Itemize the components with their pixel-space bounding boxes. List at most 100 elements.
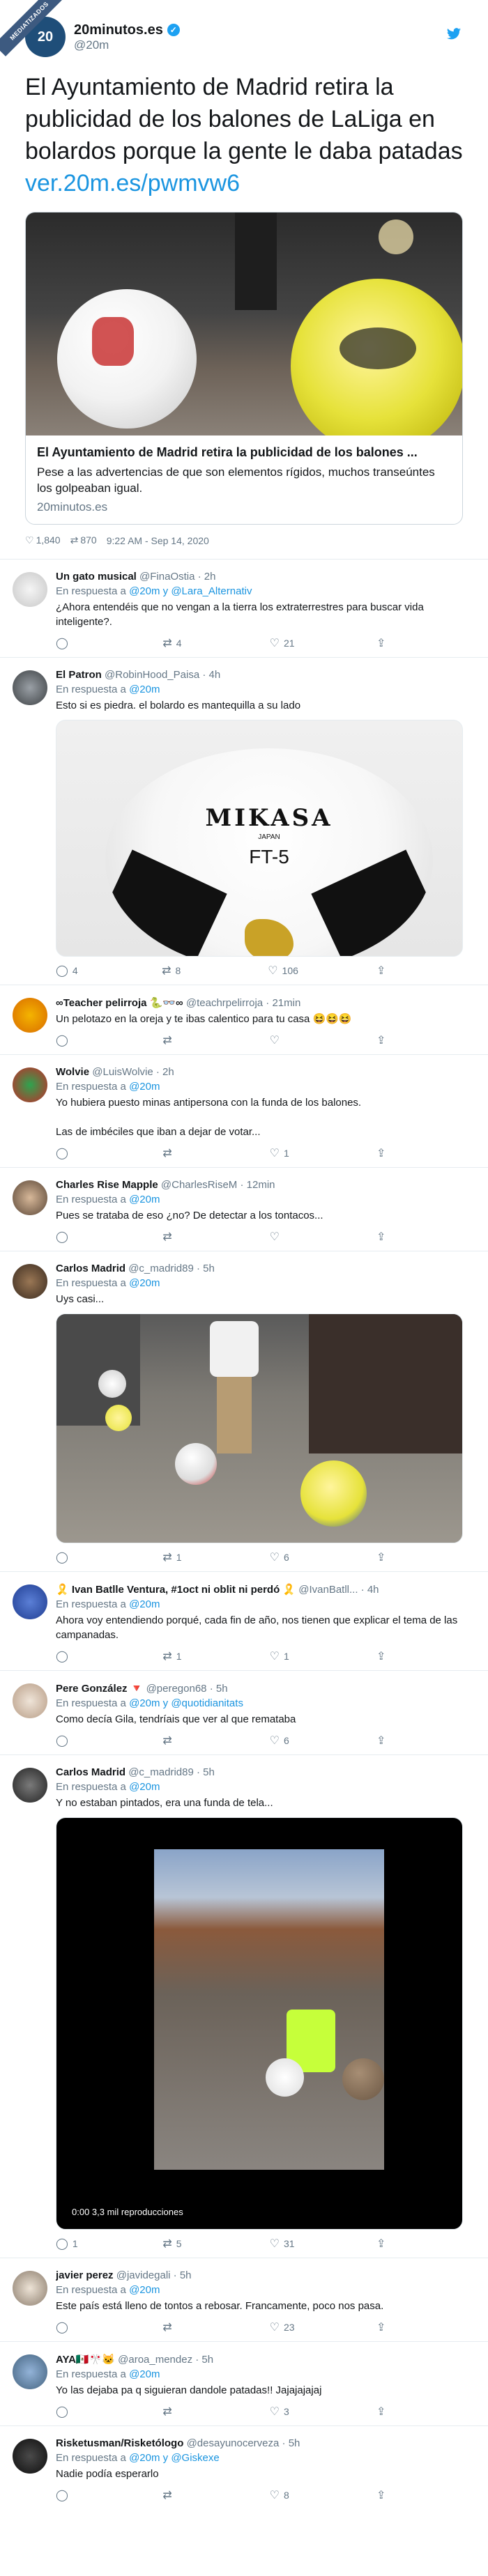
reply-to-mention[interactable]: @20m y @quotidianitats [129, 1697, 243, 1709]
account-name[interactable]: 20minutos.es ✓ [74, 22, 180, 38]
reply-button[interactable]: ◯ [56, 1146, 84, 1160]
reply-to-mention[interactable]: @20m [129, 1781, 160, 1793]
retweet-button[interactable]: ⇄ 1 [162, 1649, 190, 1663]
share-button[interactable]: ⇪ [376, 2320, 404, 2334]
avatar[interactable] [13, 1180, 47, 1215]
reply-tweet[interactable]: El Patron @RobinHood_Paisa · 4h En respue… [0, 657, 488, 985]
like-button[interactable]: ♡ 21 [270, 636, 298, 650]
share-button[interactable]: ⇪ [376, 1033, 404, 1047]
avatar[interactable] [13, 1683, 47, 1718]
reply-author-handle[interactable]: @c_madrid89 · 5h [128, 1766, 215, 1778]
reply-author-name[interactable]: ∞Teacher pelirroja 🐍👓∞ [56, 997, 183, 1009]
reply-author-handle[interactable]: @RobinHood_Paisa · 4h [105, 669, 220, 681]
share-button[interactable]: ⇪ [376, 1550, 404, 1564]
reply-button[interactable]: ◯ 4 [56, 964, 84, 978]
reply-tweet[interactable]: Wolvie @LuisWolvie · 2h En respuesta a @2… [0, 1054, 488, 1167]
like-button[interactable]: ♡ [270, 1033, 298, 1047]
reply-image-street[interactable] [56, 1313, 463, 1543]
share-button[interactable]: ⇪ [376, 636, 404, 650]
share-button[interactable]: ⇪ [376, 1734, 404, 1748]
retweet-button[interactable]: ⇄ [162, 1146, 190, 1160]
retweet-button[interactable]: ⇄ 4 [162, 636, 190, 650]
reply-author-name[interactable]: Carlos Madrid [56, 1766, 125, 1778]
retweet-button[interactable]: ⇄ 5 [162, 2237, 190, 2251]
reply-author-name[interactable]: Charles Rise Mapple [56, 1179, 158, 1191]
reply-author-name[interactable]: Wolvie [56, 1066, 89, 1078]
reply-author-name[interactable]: javier perez [56, 2269, 114, 2281]
reply-author-handle[interactable]: @peregon68 · 5h [146, 1683, 228, 1695]
retweet-button[interactable]: ⇄ [162, 1230, 190, 1244]
reply-author-handle[interactable]: @javidegali · 5h [116, 2269, 192, 2281]
reply-button[interactable]: ◯ [56, 1649, 84, 1663]
reply-author-handle[interactable]: @FinaOstia · 2h [139, 571, 215, 583]
account-handle[interactable]: @20m [74, 38, 180, 52]
like-button[interactable]: ♡ 3 [270, 2405, 298, 2419]
like-button[interactable]: ♡ 6 [270, 1734, 298, 1748]
avatar[interactable] [13, 1264, 47, 1299]
reply-author-handle[interactable]: @c_madrid89 · 5h [128, 1263, 215, 1274]
avatar[interactable] [13, 1067, 47, 1102]
reply-to-mention[interactable]: @20m y @Lara_Alternativ [129, 585, 252, 597]
avatar[interactable] [13, 572, 47, 607]
reply-author-handle[interactable]: @teachrpelirroja · 21min [186, 997, 300, 1009]
reply-button[interactable]: ◯ [56, 636, 84, 650]
retweet-button[interactable]: ⇄ [162, 2488, 190, 2502]
reply-author-name[interactable]: Un gato musical [56, 571, 137, 583]
reply-tweet[interactable]: AYA🇲🇽🎌🐱 @aroa_mendez · 5h En respuesta a … [0, 2341, 488, 2425]
like-button[interactable]: ♡ 1 [270, 1146, 298, 1160]
like-button[interactable]: ♡ 106 [268, 964, 298, 978]
reply-button[interactable]: ◯ 1 [56, 2237, 84, 2251]
share-button[interactable]: ⇪ [376, 2405, 404, 2419]
retweet-button[interactable]: ⇄ [162, 2405, 190, 2419]
twitter-bird-icon[interactable] [445, 26, 463, 42]
link-card[interactable]: El Ayuntamiento de Madrid retira la publ… [25, 212, 463, 525]
reply-to-mention[interactable]: @20m [129, 1598, 160, 1610]
reply-tweet[interactable]: 🎗️ Ivan Batlle Ventura, #1oct ni oblit n… [0, 1571, 488, 1670]
reply-to-mention[interactable]: @20m y @Giskexe [129, 2452, 220, 2464]
reply-button[interactable]: ◯ [56, 1734, 84, 1748]
like-button[interactable]: ♡ 6 [270, 1550, 298, 1564]
retweet-button[interactable]: ⇄ 1 [162, 1550, 190, 1564]
reply-author-name[interactable]: AYA🇲🇽🎌🐱 [56, 2354, 115, 2366]
retweet-button[interactable]: ⇄ [162, 1734, 190, 1748]
share-button[interactable]: ⇪ [376, 1649, 404, 1663]
like-button[interactable]: ♡ [270, 1230, 298, 1244]
avatar[interactable] [13, 1584, 47, 1619]
reply-image-mikasa-ball[interactable]: MIKASA JAPAN FT-5 [56, 720, 463, 957]
reply-author-handle[interactable]: @LuisWolvie · 2h [92, 1066, 174, 1078]
reply-tweet[interactable]: Carlos Madrid @c_madrid89 · 5h En respues… [0, 1754, 488, 2258]
share-button[interactable]: ⇪ [376, 2488, 404, 2502]
reply-button[interactable]: ◯ [56, 1550, 84, 1564]
retweet-button[interactable]: ⇄ [162, 1033, 190, 1047]
reply-to-mention[interactable]: @20m [129, 1277, 160, 1289]
reply-author-name[interactable]: El Patron [56, 669, 102, 681]
reply-tweet[interactable]: Un gato musical @FinaOstia · 2h En respue… [0, 559, 488, 657]
retweet-button[interactable]: ⇄ 8 [162, 964, 190, 978]
reply-button[interactable]: ◯ [56, 2320, 84, 2334]
share-button[interactable]: ⇪ [376, 2237, 404, 2251]
like-count[interactable]: ♡ 1,840 [25, 534, 61, 546]
reply-tweet[interactable]: Charles Rise Mapple @CharlesRiseM · 12mi… [0, 1167, 488, 1251]
reply-video[interactable]: 0:00 3,3 mil reproducciones [56, 1817, 463, 2230]
like-button[interactable]: ♡ 23 [270, 2320, 298, 2334]
timestamp[interactable]: 9:22 AM - Sep 14, 2020 [107, 535, 209, 546]
reply-author-handle[interactable]: @IvanBatll... · 4h [298, 1584, 379, 1596]
reply-to-mention[interactable]: @20m [129, 2284, 160, 2296]
avatar[interactable] [13, 2439, 47, 2474]
avatar[interactable] [13, 2354, 47, 2389]
reply-author-name[interactable]: Carlos Madrid [56, 1263, 125, 1274]
avatar[interactable] [13, 2271, 47, 2306]
like-button[interactable]: ♡ 1 [270, 1649, 298, 1663]
reply-tweet[interactable]: ∞Teacher pelirroja 🐍👓∞ @teachrpelirroja … [0, 985, 488, 1054]
reply-tweet[interactable]: javier perez @javidegali · 5h En respuest… [0, 2258, 488, 2341]
reply-tweet[interactable]: Risketusman/Risketólogo @desayunocerveza… [0, 2425, 488, 2509]
reply-to-mention[interactable]: @20m [129, 684, 160, 695]
retweet-count[interactable]: ⇄ 870 [70, 534, 97, 546]
avatar[interactable] [13, 998, 47, 1033]
share-button[interactable]: ⇪ [376, 964, 404, 978]
reply-to-mention[interactable]: @20m [129, 1194, 160, 1205]
reply-author-handle[interactable]: @desayunocerveza · 5h [187, 2437, 300, 2449]
like-button[interactable]: ♡ 31 [270, 2237, 298, 2251]
avatar[interactable] [13, 670, 47, 705]
avatar[interactable] [13, 1768, 47, 1803]
